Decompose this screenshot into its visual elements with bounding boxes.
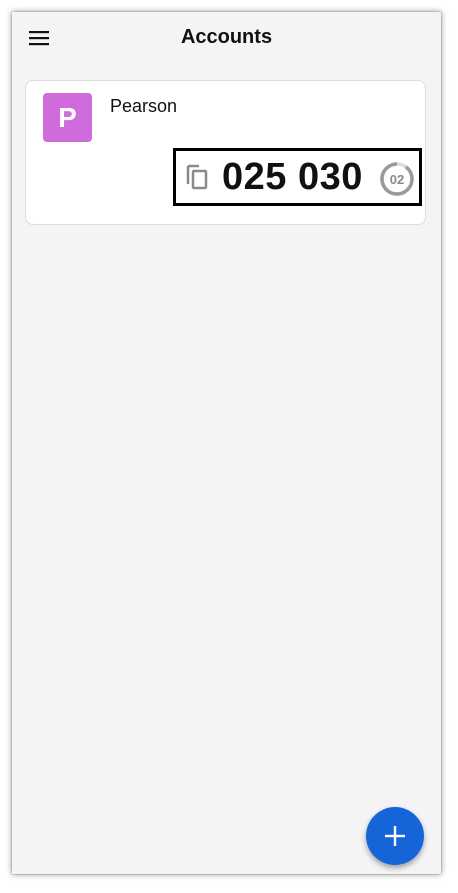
otp-code[interactable]: 025 030: [222, 156, 363, 199]
copy-button[interactable]: [182, 162, 212, 192]
account-card[interactable]: P Pearson 025 030 02: [25, 80, 426, 225]
account-avatar: P: [43, 93, 92, 142]
timer-seconds: 02: [389, 171, 405, 187]
app-screen: Accounts P Pearson 025 030 02: [12, 12, 441, 874]
app-bar: Accounts: [12, 12, 441, 64]
add-account-button[interactable]: [366, 807, 424, 865]
otp-code-container[interactable]: 025 030 02: [173, 148, 422, 206]
page-title: Accounts: [180, 26, 273, 48]
plus-icon: [385, 826, 405, 846]
countdown-timer: 02: [379, 161, 415, 197]
account-name: Pearson: [110, 96, 178, 116]
copy-icon: [186, 164, 208, 190]
